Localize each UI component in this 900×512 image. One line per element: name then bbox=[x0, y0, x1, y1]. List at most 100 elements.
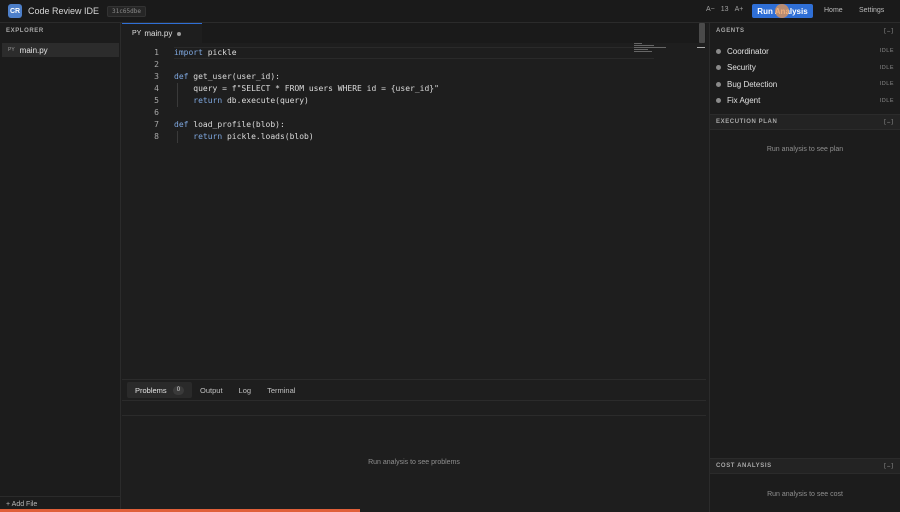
minimap[interactable] bbox=[634, 43, 668, 55]
code-line[interactable]: 2 bbox=[122, 59, 706, 71]
font-size-control: A− 13 A+ bbox=[703, 6, 746, 13]
cost-analysis-section: COST ANALYSIS [−] Run analysis to see co… bbox=[710, 458, 900, 498]
code-token: get_user(user_id): bbox=[188, 72, 280, 81]
font-increase-button[interactable]: A+ bbox=[735, 6, 744, 13]
commit-hash: 31c65dbe bbox=[107, 5, 146, 17]
status-dot-icon bbox=[716, 65, 721, 71]
problems-empty-message: Run analysis to see problems bbox=[368, 459, 460, 466]
line-source: return db.execute(query) bbox=[174, 95, 309, 107]
line-number: 3 bbox=[154, 72, 159, 81]
code-line[interactable]: 1 import pickle bbox=[122, 47, 706, 59]
collapse-execution-plan-button[interactable]: [−] bbox=[883, 119, 894, 126]
editor-tab-bar: PY main.py bbox=[122, 23, 706, 43]
code-line[interactable]: 5 return db.execute(query) bbox=[122, 95, 706, 107]
tab-problems[interactable]: Problems 0 bbox=[127, 382, 193, 398]
bottom-panel-tabs: Problems 0 Output Log Terminal bbox=[122, 380, 706, 401]
line-number: 2 bbox=[154, 60, 159, 69]
code-token: db.execute(query) bbox=[222, 96, 309, 105]
status-dot-icon bbox=[716, 48, 721, 54]
agents-title: AGENTS bbox=[716, 28, 745, 34]
agent-status: IDLE bbox=[879, 48, 894, 55]
problems-toolbar bbox=[122, 401, 706, 416]
font-size-value: 13 bbox=[720, 6, 729, 13]
tab-terminal[interactable]: Terminal bbox=[259, 382, 303, 398]
code-line[interactable]: 4 query = f"SELECT * FROM users WHERE id… bbox=[122, 83, 706, 95]
file-item-main-py[interactable]: PY main.py bbox=[2, 43, 119, 57]
agent-security[interactable]: Security IDLE bbox=[710, 60, 900, 77]
right-panel: AGENTS [−] Coordinator IDLE Security IDL… bbox=[709, 23, 900, 512]
line-source: def load_profile(blob): bbox=[174, 119, 285, 131]
bottom-panel: Problems 0 Output Log Terminal Run analy… bbox=[122, 379, 706, 512]
scrollbar-cursor-marker bbox=[697, 47, 705, 48]
code-token: query = f"SELECT * FROM users WHERE id =… bbox=[174, 84, 439, 93]
agent-name: Bug Detection bbox=[727, 79, 778, 89]
agent-fix-agent[interactable]: Fix Agent IDLE bbox=[710, 93, 900, 110]
code-token: pickle.loads(blob) bbox=[222, 132, 314, 141]
status-dot-icon bbox=[716, 98, 721, 104]
line-number: 4 bbox=[154, 84, 159, 93]
execution-plan-title: EXECUTION PLAN bbox=[716, 119, 778, 125]
keyword-token: def bbox=[174, 120, 189, 129]
keyword-token: import bbox=[174, 48, 203, 57]
agent-name: Coordinator bbox=[727, 46, 769, 56]
python-file-icon: PY bbox=[132, 30, 142, 37]
file-name: main.py bbox=[19, 45, 48, 55]
code-line[interactable]: 3 def get_user(user_id): bbox=[122, 71, 706, 83]
editor-scrollbar[interactable] bbox=[699, 23, 705, 43]
tab-problems-label: Problems bbox=[135, 385, 167, 395]
cost-analysis-empty-message: Run analysis to see cost bbox=[767, 491, 843, 498]
tab-label: main.py bbox=[144, 29, 173, 38]
code-editor: PY main.py 1 import pickle 2 3 def get_user(… bbox=[122, 23, 706, 379]
code-line[interactable]: 7 def load_profile(blob): bbox=[122, 119, 706, 131]
python-file-icon: PY bbox=[8, 47, 15, 53]
code-token: load_profile(blob): bbox=[188, 120, 285, 129]
agent-coordinator[interactable]: Coordinator IDLE bbox=[710, 43, 900, 60]
collapse-cost-analysis-button[interactable]: [−] bbox=[883, 463, 894, 470]
line-number: 6 bbox=[154, 108, 159, 117]
unsaved-indicator-icon bbox=[177, 31, 182, 36]
execution-plan-section: EXECUTION PLAN [−] Run analysis to see p… bbox=[710, 114, 900, 153]
agent-name: Fix Agent bbox=[727, 96, 761, 106]
line-number: 8 bbox=[154, 132, 159, 141]
explorer-panel: EXPLORER PY main.py + Add File bbox=[0, 23, 121, 512]
code-lines[interactable]: 1 import pickle 2 3 def get_user(user_id): 4 … bbox=[122, 47, 706, 143]
agents-section: AGENTS [−] Coordinator IDLE Security IDL… bbox=[710, 23, 900, 109]
settings-link[interactable]: Settings bbox=[859, 7, 884, 14]
title-bar: CR Code Review IDE 31c65dbe A− 13 A+ Run… bbox=[0, 0, 900, 23]
agents-header: AGENTS [−] bbox=[710, 23, 900, 39]
keyword-token: return bbox=[193, 132, 223, 141]
tab-main-py[interactable]: PY main.py bbox=[122, 23, 202, 43]
cost-analysis-title: COST ANALYSIS bbox=[716, 463, 772, 469]
home-link[interactable]: Home bbox=[824, 7, 843, 14]
agent-status: IDLE bbox=[879, 97, 894, 104]
tab-log[interactable]: Log bbox=[231, 382, 260, 398]
code-token: pickle bbox=[202, 48, 237, 57]
font-decrease-button[interactable]: A− bbox=[706, 6, 715, 13]
line-source: return pickle.loads(blob) bbox=[174, 131, 314, 143]
problems-count-badge: 0 bbox=[172, 385, 185, 395]
agent-status: IDLE bbox=[879, 64, 894, 71]
line-source: def get_user(user_id): bbox=[174, 71, 280, 83]
keyword-token: def bbox=[174, 72, 189, 81]
agent-bug-detection[interactable]: Bug Detection IDLE bbox=[710, 76, 900, 93]
tab-output[interactable]: Output bbox=[192, 382, 231, 398]
line-number: 5 bbox=[154, 96, 159, 105]
mouse-cursor-highlight bbox=[775, 4, 789, 18]
line-number: 7 bbox=[154, 120, 159, 129]
line-source: query = f"SELECT * FROM users WHERE id =… bbox=[174, 83, 439, 95]
cost-analysis-header: COST ANALYSIS [−] bbox=[710, 458, 900, 474]
code-line[interactable]: 8 return pickle.loads(blob) bbox=[122, 131, 706, 143]
app-title: Code Review IDE bbox=[28, 6, 100, 16]
line-number: 1 bbox=[154, 48, 159, 57]
status-dot-icon bbox=[716, 81, 721, 87]
agent-status: IDLE bbox=[879, 81, 894, 88]
collapse-agents-button[interactable]: [−] bbox=[883, 28, 894, 35]
line-source: import pickle bbox=[174, 47, 237, 59]
explorer-title: EXPLORER bbox=[6, 28, 44, 34]
keyword-token: return bbox=[193, 96, 223, 105]
code-line[interactable]: 6 bbox=[122, 107, 706, 119]
execution-plan-header: EXECUTION PLAN [−] bbox=[710, 114, 900, 130]
app-logo: CR bbox=[8, 4, 22, 18]
